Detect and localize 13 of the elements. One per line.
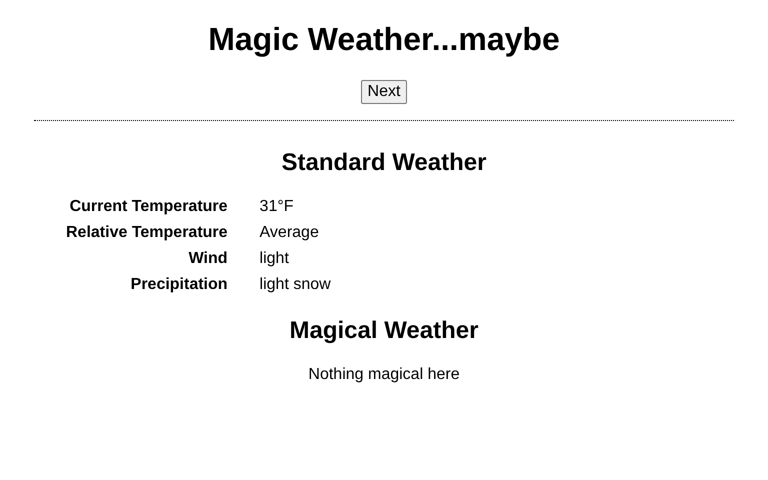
weather-value: light [260,249,290,269]
weather-value: light snow [260,275,331,295]
weather-label: Relative Temperature [66,223,228,243]
section-heading: Magical Weather [290,316,478,346]
weather-value: Average [260,223,320,243]
weather-label: Precipitation [130,275,228,295]
next-button[interactable]: Next [360,80,408,104]
weather-value: 31°F [260,197,295,217]
page-title: Magic Weather...maybe [208,20,560,59]
section-heading: Standard Weather [282,148,486,178]
magical-weather-text: Nothing magical here [308,365,460,385]
weather-label: Current Temperature [68,197,228,217]
weather-label: Wind [188,249,228,269]
